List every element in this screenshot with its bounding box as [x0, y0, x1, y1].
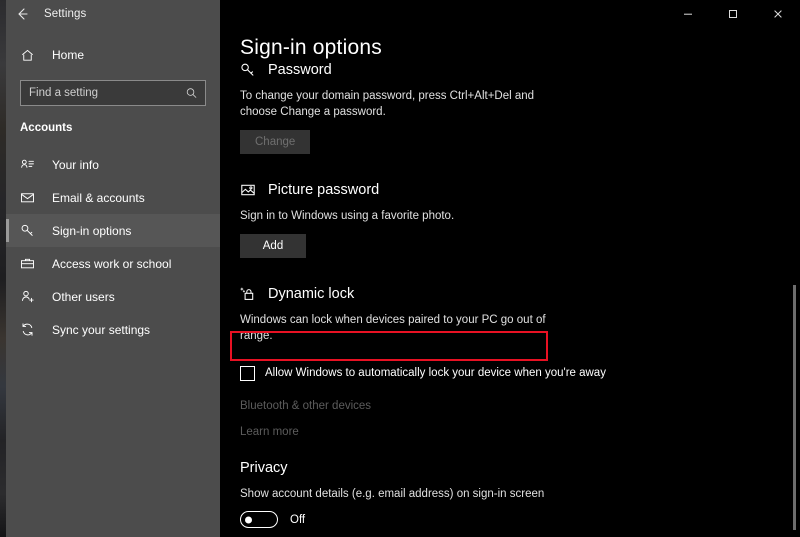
- link-bluetooth-other-devices[interactable]: Bluetooth & other devices: [240, 400, 800, 412]
- home-icon: [20, 48, 42, 63]
- envelope-icon: [20, 190, 42, 205]
- sidebar-item-sync-your-settings[interactable]: Sync your settings: [6, 313, 220, 346]
- section-dynamic-lock-header: Dynamic lock: [240, 286, 800, 302]
- key-icon: [240, 62, 262, 78]
- section-dynamic-lock: Dynamic lock Windows can lock when devic…: [240, 286, 800, 438]
- section-picture-password-title: Picture password: [268, 182, 380, 198]
- sidebar-item-your-info[interactable]: Your info: [6, 148, 220, 181]
- page-title: Sign-in options: [240, 36, 382, 59]
- sidebar: Home Accounts: [6, 28, 220, 537]
- change-password-button[interactable]: Change: [240, 130, 311, 154]
- password-description: To change your domain password, press Ct…: [240, 90, 535, 118]
- search-box[interactable]: [20, 80, 206, 106]
- close-button[interactable]: [755, 0, 800, 28]
- sidebar-item-label: Sync your settings: [52, 322, 151, 337]
- sidebar-nav-list: Your info Email & accounts Sign-in optio…: [6, 148, 220, 346]
- scrollbar-thumb[interactable]: [793, 285, 796, 530]
- section-privacy: Privacy Show account details (e.g. email…: [240, 460, 800, 528]
- dynamic-lock-checkbox[interactable]: [240, 365, 255, 381]
- key-icon: [20, 223, 42, 238]
- back-arrow-icon[interactable]: [6, 0, 38, 28]
- window-controls: [665, 0, 800, 28]
- picture-password-description: Sign in to Windows using a favorite phot…: [240, 210, 455, 222]
- sidebar-item-label: Your info: [52, 157, 99, 172]
- account-info-icon: [20, 157, 42, 172]
- settings-window: Settings Home Find a setting Accounts Yo…: [6, 0, 800, 537]
- sync-icon: [20, 322, 42, 337]
- maximize-button[interactable]: [710, 0, 755, 28]
- toggle-knob: [245, 516, 252, 523]
- dynamic-lock-description: Windows can lock when devices paired to …: [240, 314, 546, 342]
- sidebar-item-label: Access work or school: [52, 256, 172, 271]
- title-bar-left: Settings: [6, 0, 220, 28]
- section-password-header: Password: [240, 62, 800, 78]
- sidebar-item-label: Sign-in options: [52, 223, 132, 238]
- sidebar-item-access-work-or-school[interactable]: Access work or school: [6, 247, 220, 280]
- sidebar-section-label: Accounts: [20, 122, 73, 134]
- section-picture-password-header: Picture password: [240, 182, 800, 198]
- sidebar-item-email-accounts[interactable]: Email & accounts: [6, 181, 220, 214]
- sidebar-item-sign-in-options[interactable]: Sign-in options: [6, 214, 220, 247]
- sidebar-home-label: Home: [52, 48, 85, 62]
- dynamic-lock-checkbox-label: Allow Windows to automatically lock your…: [265, 367, 606, 379]
- privacy-toggle-row[interactable]: Off: [240, 511, 800, 528]
- add-picture-password-button[interactable]: Add: [240, 234, 306, 258]
- main-content: Sign-in options Password To change your …: [220, 28, 800, 537]
- minimize-button[interactable]: [665, 0, 710, 28]
- section-dynamic-lock-title: Dynamic lock: [268, 286, 355, 302]
- app-title: Settings: [44, 8, 87, 20]
- show-account-details-toggle[interactable]: [240, 511, 278, 528]
- content-scrollbar[interactable]: [791, 28, 799, 537]
- briefcase-icon: [20, 256, 42, 271]
- section-picture-password: Picture password Sign in to Windows usin…: [240, 182, 800, 258]
- sidebar-item-label: Other users: [52, 289, 115, 304]
- picture-icon: [240, 182, 262, 198]
- sidebar-item-other-users[interactable]: Other users: [6, 280, 220, 313]
- section-privacy-title: Privacy: [240, 460, 288, 476]
- section-password: Password To change your domain password,…: [240, 62, 800, 154]
- settings-window-screenshot: Settings Home Find a setting Accounts Yo…: [0, 0, 800, 537]
- title-bar: Settings: [6, 0, 800, 28]
- sidebar-item-home[interactable]: Home: [6, 40, 220, 70]
- dynamic-lock-checkbox-row[interactable]: Allow Windows to automatically lock your…: [240, 360, 800, 386]
- lock-sparkle-icon: [240, 286, 262, 302]
- person-add-icon: [20, 289, 42, 304]
- link-learn-more[interactable]: Learn more: [240, 426, 800, 438]
- privacy-toggle-state-label: Off: [290, 513, 306, 526]
- section-password-title: Password: [268, 62, 332, 78]
- search-icon[interactable]: [185, 87, 198, 100]
- sidebar-item-label: Email & accounts: [52, 190, 145, 205]
- privacy-description: Show account details (e.g. email address…: [240, 488, 545, 500]
- search-input[interactable]: [21, 81, 205, 105]
